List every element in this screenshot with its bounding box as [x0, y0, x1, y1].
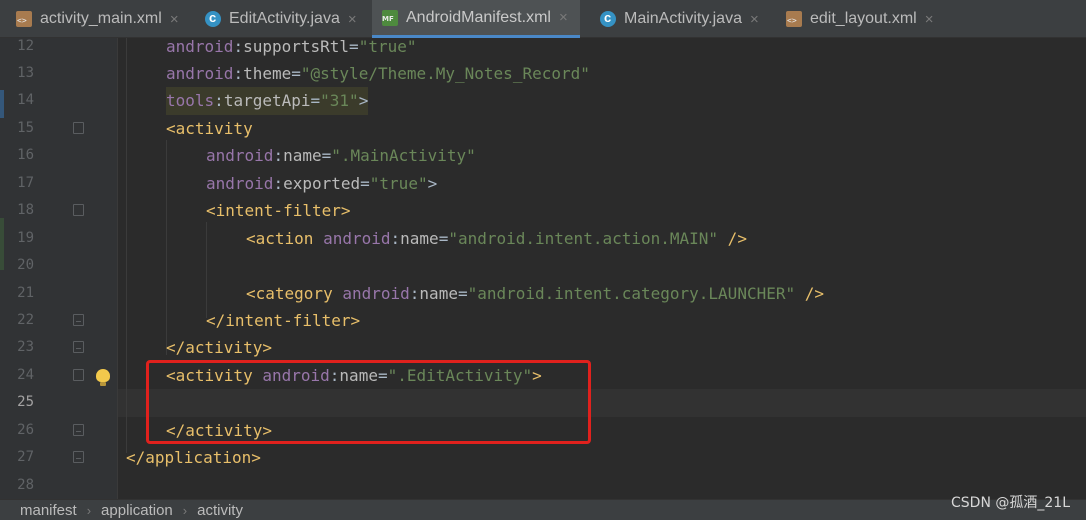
- code-text: android:theme="@style/Theme.My_Notes_Rec…: [166, 64, 590, 83]
- tab-label: EditActivity.java: [229, 10, 340, 27]
- code-line: 15 <activity: [0, 115, 1086, 143]
- code-line: 17 android:exported="true">: [0, 170, 1086, 198]
- fold-end-icon[interactable]: [73, 424, 84, 436]
- line-number: 21: [17, 285, 34, 301]
- java-class-icon: [205, 10, 221, 27]
- intention-bulb-icon[interactable]: [96, 369, 110, 387]
- code-line: 28: [0, 472, 1086, 499]
- code-text: <intent-filter>: [206, 201, 351, 220]
- bulb-glass: [96, 369, 110, 382]
- code-text: <activity: [166, 119, 253, 138]
- line-number: 16: [17, 147, 34, 163]
- code-line: 27 </application>: [0, 444, 1086, 472]
- code-text: android:supportsRtl="true": [166, 38, 417, 56]
- code-text: <action android:name="android.intent.act…: [246, 229, 747, 248]
- breadcrumb: manifest › application › activity: [0, 499, 1086, 520]
- editor-tab-bar: activity_main.xml × EditActivity.java × …: [0, 0, 1086, 38]
- code-text: <category android:name="android.intent.c…: [246, 284, 825, 303]
- bulb-base: [100, 382, 106, 386]
- fold-end-icon[interactable]: [73, 314, 84, 326]
- close-icon[interactable]: ×: [348, 11, 357, 28]
- code-text: </intent-filter>: [206, 311, 361, 330]
- line-number: 20: [17, 257, 34, 273]
- tab-label: activity_main.xml: [40, 10, 162, 27]
- code-text: </activity>: [166, 338, 272, 357]
- code-line: 13 android:theme="@style/Theme.My_Notes_…: [0, 60, 1086, 88]
- fold-icon[interactable]: [73, 204, 84, 216]
- breadcrumb-item-manifest[interactable]: manifest: [20, 502, 77, 519]
- code-line: 21 <category android:name="android.inten…: [0, 280, 1086, 308]
- code-line: 14 tools:targetApi="31">: [0, 87, 1086, 115]
- line-number: 12: [17, 38, 34, 54]
- line-number: 24: [17, 367, 34, 383]
- tab-label: edit_layout.xml: [810, 10, 917, 27]
- close-icon[interactable]: ×: [559, 9, 568, 26]
- fold-icon[interactable]: [73, 369, 84, 381]
- breadcrumb-item-application[interactable]: application: [101, 502, 173, 519]
- fold-end-icon[interactable]: [73, 341, 84, 353]
- tab-activity-main-xml[interactable]: activity_main.xml ×: [16, 0, 179, 38]
- highlight-annotation-box: [146, 360, 591, 444]
- tab-android-manifest-xml[interactable]: AndroidManifest.xml ×: [372, 0, 580, 38]
- line-number: 13: [17, 65, 34, 81]
- line-number: 28: [17, 477, 34, 493]
- fold-icon[interactable]: [73, 122, 84, 134]
- chevron-right-icon: ›: [182, 502, 188, 518]
- tab-label: MainActivity.java: [624, 10, 742, 27]
- line-number: 22: [17, 312, 34, 328]
- code-text: android:name=".MainActivity": [206, 146, 476, 165]
- tab-label: AndroidManifest.xml: [406, 8, 551, 26]
- code-text: android:exported="true">: [206, 174, 438, 193]
- close-icon[interactable]: ×: [170, 11, 179, 28]
- java-class-icon: [600, 10, 616, 27]
- line-number: 14: [17, 92, 34, 108]
- chevron-right-icon: ›: [86, 502, 92, 518]
- xml-file-icon: [786, 11, 802, 27]
- line-number: 15: [17, 120, 34, 136]
- tab-main-activity-java[interactable]: MainActivity.java ×: [600, 0, 759, 38]
- close-icon[interactable]: ×: [750, 11, 759, 28]
- line-number: 26: [17, 422, 34, 438]
- line-number: 18: [17, 202, 34, 218]
- code-line: 20: [0, 252, 1086, 280]
- code-text: tools:targetApi="31">: [166, 87, 369, 115]
- xml-file-icon: [16, 11, 32, 27]
- code-editor[interactable]: 12 android:supportsRtl="true" 13 android…: [0, 38, 1086, 499]
- line-number: 17: [17, 175, 34, 191]
- breadcrumb-item-activity[interactable]: activity: [197, 502, 243, 519]
- code-line: 23 </activity>: [0, 334, 1086, 362]
- close-icon[interactable]: ×: [925, 11, 934, 28]
- line-number: 23: [17, 339, 34, 355]
- manifest-file-icon: [382, 9, 398, 26]
- code-line: 19 <action android:name="android.intent.…: [0, 225, 1086, 253]
- watermark: CSDN @孤酒_21L: [951, 495, 1070, 511]
- line-number: 27: [17, 449, 34, 465]
- tab-edit-layout-xml[interactable]: edit_layout.xml ×: [786, 0, 933, 38]
- line-number: 19: [17, 230, 34, 246]
- code-line: 22 </intent-filter>: [0, 307, 1086, 335]
- code-line: 12 android:supportsRtl="true": [0, 38, 1086, 61]
- code-text: </application>: [126, 448, 261, 467]
- fold-end-icon[interactable]: [73, 451, 84, 463]
- code-line: 16 android:name=".MainActivity": [0, 142, 1086, 170]
- line-number: 25: [17, 394, 34, 410]
- tab-edit-activity-java[interactable]: EditActivity.java ×: [205, 0, 357, 38]
- code-line: 18 <intent-filter>: [0, 197, 1086, 225]
